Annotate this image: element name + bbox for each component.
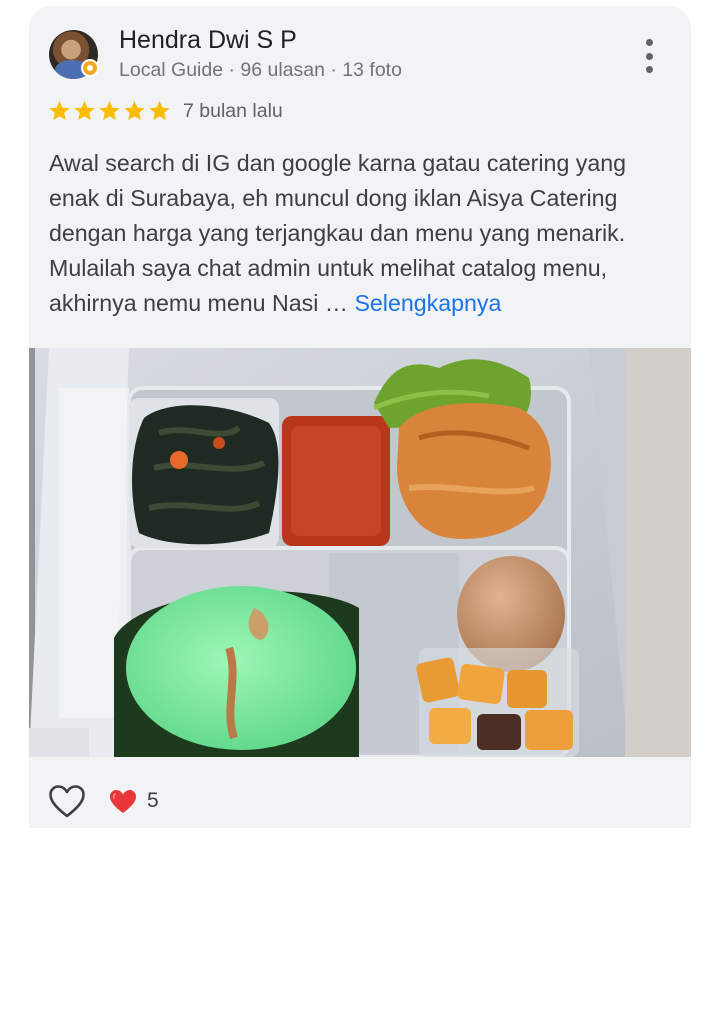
review-actions: 5 [49,781,159,821]
author-name[interactable]: Hendra Dwi S P [119,26,297,55]
menu-dot [645,39,653,46]
star-icon [124,100,145,120]
red-heart-icon [110,789,136,813]
local-guide-badge-icon [81,59,99,77]
heart-outline-icon[interactable] [49,784,85,818]
more-options-icon[interactable] [635,36,663,76]
star-icon [99,100,120,120]
review-body: Awal search di IG dan google karna gatau… [49,150,627,316]
star-icon [149,100,170,120]
star-icon [74,100,95,120]
review-card: Hendra Dwi S P Local Guide · 96 ulasan ·… [29,6,691,828]
menu-dot [645,66,653,73]
reaction-count: 5 [147,789,159,812]
review-time: 7 bulan lalu [183,99,283,122]
review-photo[interactable] [29,348,691,757]
rating-row: 7 bulan lalu [48,98,283,124]
star-icon [49,100,70,120]
author-meta[interactable]: Local Guide · 96 ulasan · 13 foto [119,59,402,82]
review-text: Awal search di IG dan google karna gatau… [49,146,674,321]
menu-dot [645,52,653,60]
reaction-summary[interactable]: 5 [109,789,159,814]
read-more-link[interactable]: Selengkapnya [354,290,501,316]
star-rating [48,100,171,122]
